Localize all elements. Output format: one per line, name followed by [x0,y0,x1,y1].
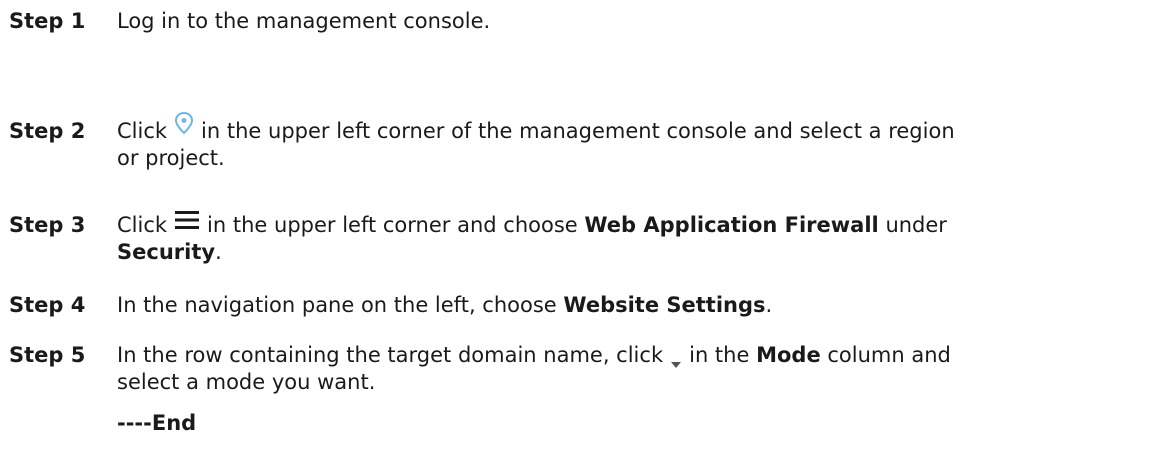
step-2-post: in the upper left corner of the manageme… [201,119,955,143]
end-marker: ----End [117,411,197,435]
step-5-post: column and [827,343,951,367]
dropdown-caret-icon [670,350,682,368]
step-2-pre: Click [117,119,168,143]
step-label: Step 2 [9,119,86,143]
step-label: Step 3 [9,213,86,237]
step-5-bold-mode: Mode [756,343,821,367]
step-3-mid2: under [885,213,947,237]
step-3-end: . [215,240,222,264]
step-3-pre: Click [117,213,168,237]
step-label: Step 5 [9,343,86,367]
step-text: In the row containing the target domain … [117,342,1137,396]
step-label: Step 4 [9,293,86,317]
location-pin-icon [173,111,195,137]
step-text: Log in to the management console. [117,8,1137,35]
step-3-bold-security: Security [117,240,216,264]
step-text: In the navigation pane on the left, choo… [117,292,1137,319]
procedure-document: Step 1 Log in to the management console.… [0,0,1156,461]
step-3-mid: in the upper left corner and choose [207,213,578,237]
step-5-mid: in the [689,343,750,367]
step-4-bold: Website Settings [563,293,766,317]
step-text: Click in the upper left corner of the man… [117,111,1137,172]
step-1-text: Log in to the management console. [117,9,491,33]
hamburger-menu-icon [175,209,200,231]
step-2-line2: or project. [117,146,225,170]
step-5-pre: In the row containing the target domain … [117,343,664,367]
step-5-line2: select a mode you want. [117,370,376,394]
step-label: Step 1 [9,9,86,33]
step-3-bold-waf: Web Application Firewall [584,213,879,237]
step-4-end: . [765,293,773,317]
step-text: Click in the upper left corner and choose… [117,209,1137,266]
step-4-pre: In the navigation pane on the left, choo… [117,293,557,317]
